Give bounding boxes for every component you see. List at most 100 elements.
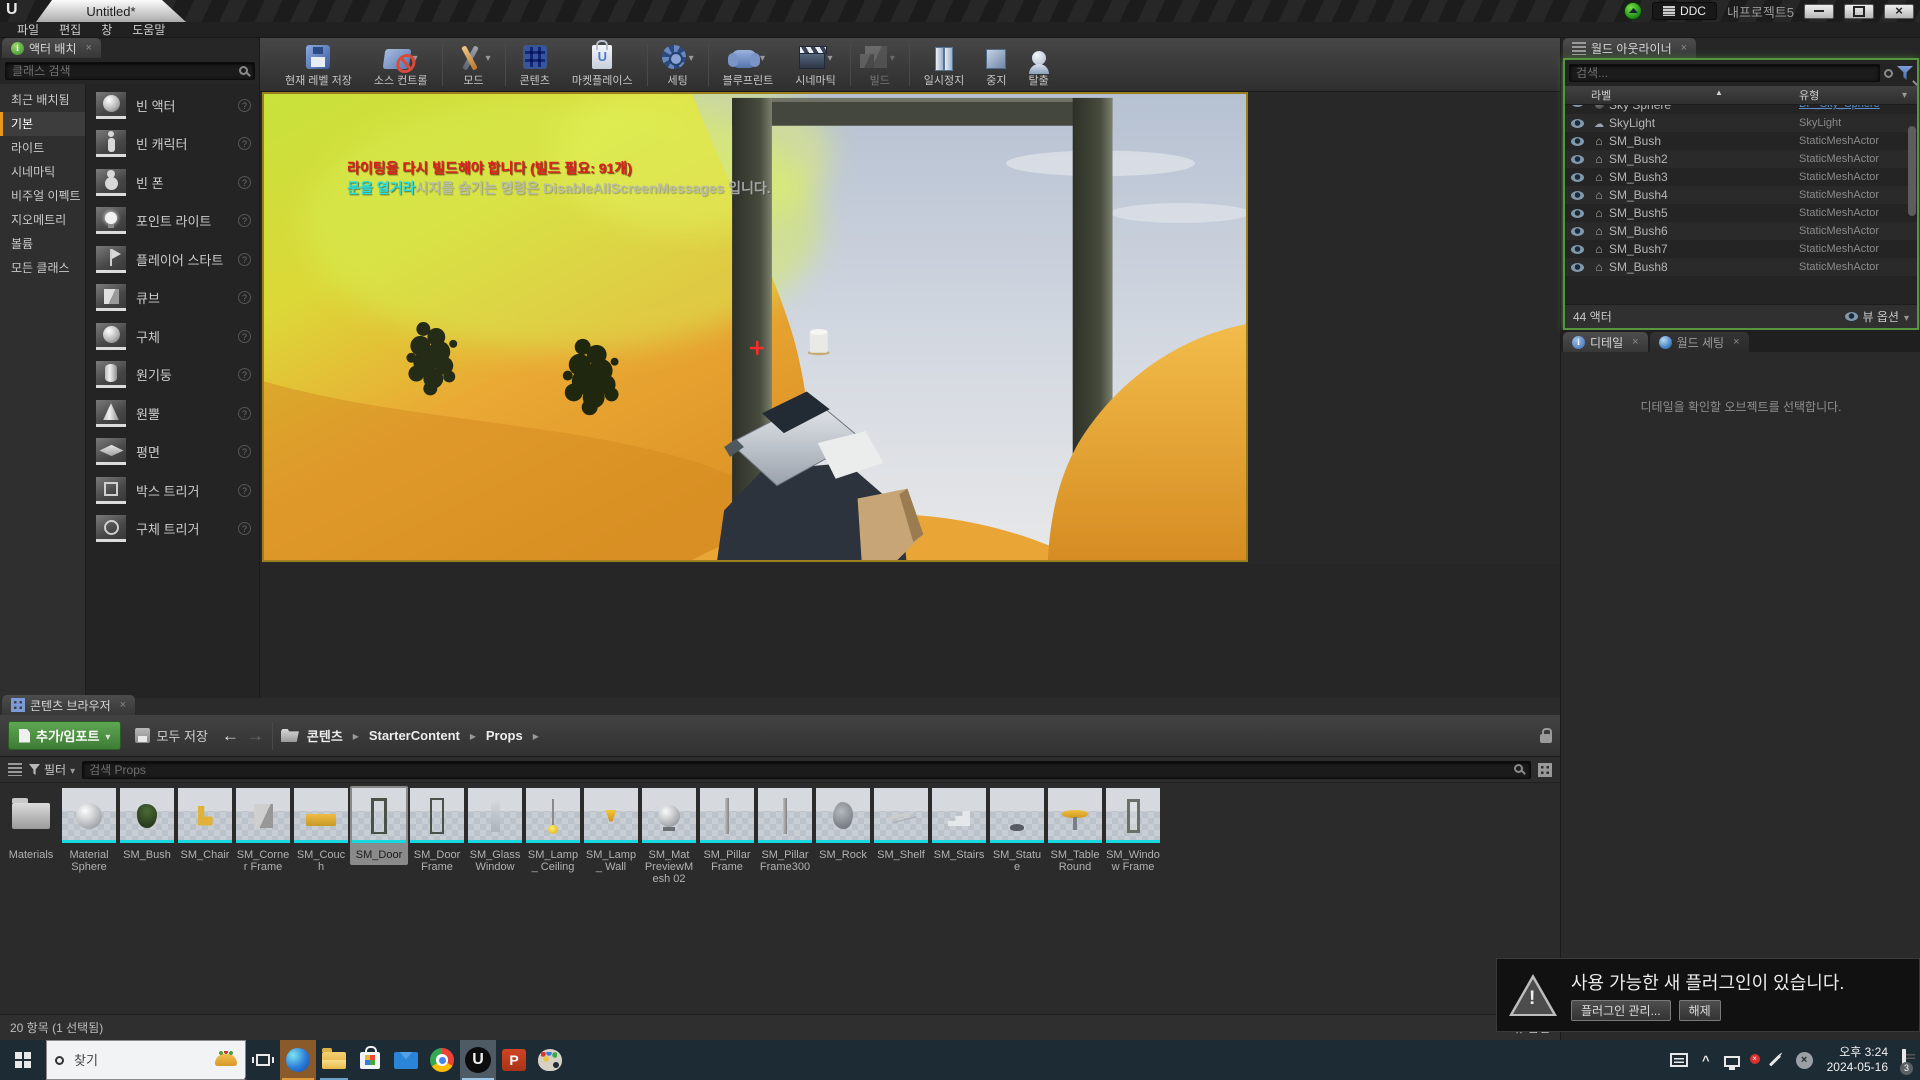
asset-sm-rock[interactable]: SM_Rock (814, 786, 872, 865)
outliner-row-sm-bush3[interactable]: SM_Bush3StaticMeshActor (1565, 168, 1917, 186)
category-item-0[interactable]: 최근 배치됨 (0, 88, 85, 112)
paint-button[interactable] (532, 1040, 568, 1080)
chrome-button[interactable] (424, 1040, 460, 1080)
place-item-5[interactable]: 큐브 (86, 279, 259, 318)
asset-sm-chair[interactable]: SM_Chair (176, 786, 234, 865)
outliner-row-sm-bush8[interactable]: SM_Bush8StaticMeshActor (1565, 258, 1917, 276)
eye-icon[interactable] (1571, 119, 1584, 128)
outliner-row-skylight[interactable]: SkyLightSkyLight (1565, 114, 1917, 132)
close-tab-icon[interactable] (86, 42, 92, 54)
asset-sm-table-round[interactable]: SM_Table Round (1046, 786, 1104, 877)
toolbar-button-source-control[interactable]: 소스 컨트롤 (363, 38, 439, 91)
tab-details[interactable]: 디테일 (1563, 332, 1648, 352)
tab-place-actors[interactable]: 액터 배치 (2, 38, 101, 58)
store-button[interactable] (352, 1040, 388, 1080)
dismiss-button[interactable]: 해제 (1679, 1000, 1721, 1021)
outliner-header[interactable]: 라벨 유형 (1565, 86, 1917, 105)
asset-sm-couch[interactable]: SM_Couch (292, 786, 350, 877)
eye-icon[interactable] (1571, 263, 1584, 272)
toolbar-button-content[interactable]: 콘텐츠 (509, 38, 561, 91)
asset-sm-bush[interactable]: SM_Bush (118, 786, 176, 865)
category-item-5[interactable]: 지오메트리 (0, 208, 85, 232)
close-tab-icon[interactable] (1733, 336, 1739, 348)
asset-sm-window-frame[interactable]: SM_Window Frame (1104, 786, 1162, 877)
category-item-6[interactable]: 볼륨 (0, 232, 85, 256)
back-button[interactable] (222, 727, 239, 744)
toolbar-button-eject[interactable]: 탈출 (1018, 38, 1060, 91)
outliner-row-sm-bush5[interactable]: SM_Bush5StaticMeshActor (1565, 204, 1917, 222)
asset-sm-lamp-wall[interactable]: SM_Lamp_ Wall (582, 786, 640, 877)
menu-item-3[interactable]: 도움말 (123, 21, 174, 38)
column-type[interactable]: 유형 (1799, 90, 1819, 102)
place-item-6[interactable]: 구체 (86, 317, 259, 356)
asset-sm-glass-window[interactable]: SM_Glass Window (466, 786, 524, 877)
minimize-button[interactable] (1804, 4, 1834, 19)
chevron-down-icon[interactable] (1902, 89, 1907, 101)
outliner-row-sm-bush6[interactable]: SM_Bush6StaticMeshActor (1565, 222, 1917, 240)
asset-sm-shelf[interactable]: SM_Shelf (872, 786, 930, 865)
toolbar-button-pause[interactable]: 일시정지 (913, 38, 975, 91)
tab-world-settings[interactable]: 월드 세팅 (1650, 332, 1749, 352)
file-explorer-button[interactable] (316, 1040, 352, 1080)
outliner-scrollbar[interactable] (1908, 126, 1916, 216)
mail-button[interactable] (388, 1040, 424, 1080)
edge-button[interactable] (280, 1040, 316, 1080)
onedrive-paused-icon[interactable] (1796, 1052, 1813, 1069)
place-item-9[interactable]: 평면 (86, 433, 259, 472)
place-item-2[interactable]: 빈 폰 (86, 163, 259, 202)
category-item-3[interactable]: 시네마틱 (0, 160, 85, 184)
eye-icon[interactable] (1571, 105, 1584, 107)
place-item-10[interactable]: 박스 트리거 (86, 471, 259, 510)
eye-icon[interactable] (1571, 173, 1584, 182)
place-item-0[interactable]: 빈 액터 (86, 86, 259, 125)
asset-sm-door[interactable]: SM_Door (350, 786, 408, 865)
place-item-11[interactable]: 구체 트리거 (86, 510, 259, 549)
toolbar-button-cinematics[interactable]: 시네마틱 (784, 38, 846, 91)
class-search-input[interactable] (5, 62, 255, 80)
asset-sm-stairs[interactable]: SM_Stairs (930, 786, 988, 865)
widgets-icon[interactable] (1670, 1053, 1688, 1067)
taskbar-search-input[interactable] (72, 1052, 182, 1069)
taskbar-clock[interactable]: 오후 3:24 2024-05-16 (1827, 1045, 1888, 1075)
asset-sm-pillar-frame[interactable]: SM_Pillar Frame (698, 786, 756, 877)
filter-button[interactable]: 필터 (29, 761, 75, 778)
action-center-button[interactable]: 3 (1902, 1051, 1906, 1069)
eye-icon[interactable] (1571, 155, 1584, 164)
tab-content-browser[interactable]: 콘텐츠 브라우저 (2, 695, 135, 715)
network-icon[interactable] (1724, 1056, 1740, 1067)
asset-sm-lamp-ceiling[interactable]: SM_Lamp_ Ceiling (524, 786, 582, 877)
game-viewport[interactable]: 라이팅을 다시 빌드해야 합니다 (빌드 필요: 91개) 문을 열거라시지를 … (262, 92, 1248, 562)
outliner-view-options-button[interactable]: 뷰 옵션 (1845, 308, 1910, 325)
taskbar-search[interactable] (46, 1040, 246, 1080)
place-item-3[interactable]: 포인트 라이트 (86, 202, 259, 241)
toolbar-button-blueprints[interactable]: 블루프린트 (712, 38, 785, 91)
learn-icon[interactable] (1624, 2, 1642, 20)
sources-panel-icon[interactable] (8, 763, 22, 776)
eye-icon[interactable] (1571, 227, 1584, 236)
asset-sm-pillar-frame300[interactable]: SM_Pillar Frame300 (756, 786, 814, 877)
hidden-icons-chevron[interactable] (1702, 1053, 1710, 1068)
asset-material-sphere[interactable]: Material Sphere (60, 786, 118, 877)
outliner-row-sm-bush[interactable]: SM_BushStaticMeshActor (1565, 132, 1917, 150)
category-item-7[interactable]: 모든 클래스 (0, 256, 85, 280)
asset-materials[interactable]: Materials (2, 786, 60, 865)
powerpoint-button[interactable] (496, 1040, 532, 1080)
breadcrumb-2[interactable]: Props (486, 728, 523, 743)
place-item-7[interactable]: 원기둥 (86, 356, 259, 395)
level-tab[interactable]: Untitled* (36, 0, 186, 22)
close-tab-icon[interactable] (1681, 42, 1687, 54)
menu-item-1[interactable]: 편집 (50, 21, 90, 38)
toolbar-button-stop[interactable]: 중지 (975, 38, 1017, 91)
outliner-row-sm-bush7[interactable]: SM_Bush7StaticMeshActor (1565, 240, 1917, 258)
start-button[interactable] (0, 1040, 46, 1080)
lock-icon[interactable] (1540, 734, 1552, 743)
unreal-editor-button[interactable] (460, 1040, 496, 1080)
outliner-row-sm-bush2[interactable]: SM_Bush2StaticMeshActor (1565, 150, 1917, 168)
maximize-button[interactable] (1844, 4, 1874, 19)
menu-item-0[interactable]: 파일 (8, 21, 48, 38)
asset-sm-statue[interactable]: SM_Statue (988, 786, 1046, 877)
toolbar-button-modes[interactable]: 모드 (446, 38, 502, 91)
eye-icon[interactable] (1571, 245, 1584, 254)
manage-plugins-button[interactable]: 플러그인 관리... (1571, 1000, 1671, 1021)
outliner-row-sm-bush4[interactable]: SM_Bush4StaticMeshActor (1565, 186, 1917, 204)
